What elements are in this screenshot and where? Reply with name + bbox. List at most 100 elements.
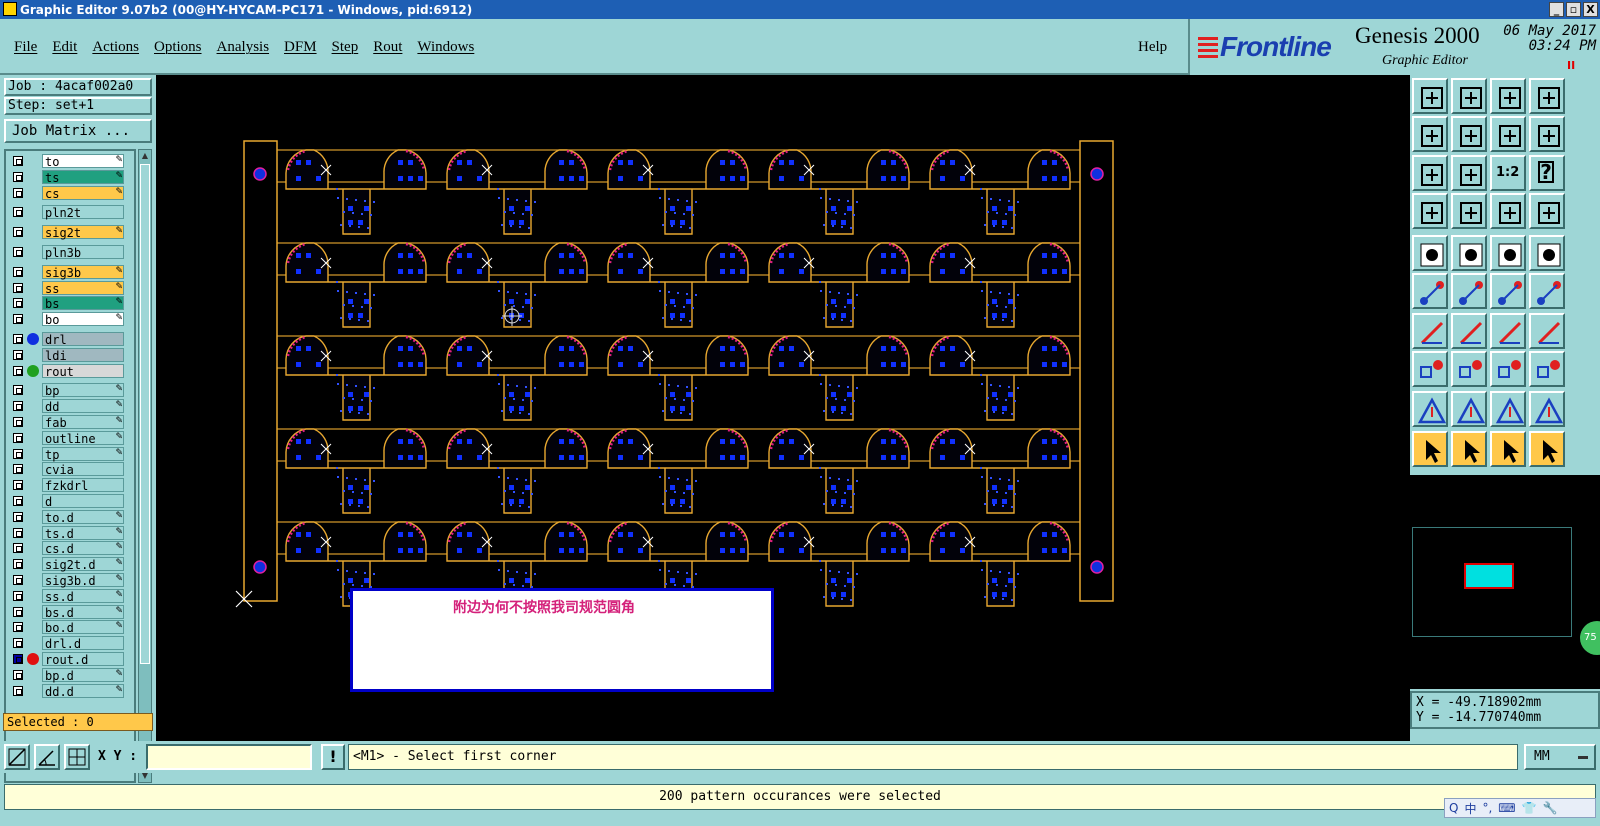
layer-row-cvia[interactable]: cvia (8, 462, 134, 477)
tool-button-triangle-mid[interactable] (1451, 391, 1487, 427)
layer-checkbox[interactable] (13, 527, 23, 538)
ime-q[interactable]: Q (1449, 801, 1458, 815)
layer-name[interactable]: ss (42, 280, 124, 296)
tool-button-home[interactable] (1490, 78, 1526, 114)
tool-button-select-pointer[interactable] (1451, 431, 1487, 467)
tool-button-dimension[interactable] (1490, 351, 1526, 387)
menu-edit[interactable]: Edit (52, 39, 77, 56)
layer-name[interactable]: bp (42, 383, 124, 398)
layer-row-sig3b[interactable]: sig3b ✎ (8, 264, 134, 280)
layer-row-bs[interactable]: bs ✎ (8, 296, 134, 311)
layer-scrollbar[interactable]: ▲ ▼ (138, 149, 152, 783)
layer-name[interactable]: bs (42, 296, 124, 311)
layer-name[interactable]: sig3b (42, 264, 124, 280)
graphic-canvas[interactable]: 附边为何不按照我司规范圆角 (156, 75, 1410, 741)
layer-name[interactable]: cvia (42, 462, 124, 477)
layer-name[interactable]: sig2t (42, 225, 124, 240)
tool-button-cross[interactable] (1451, 273, 1487, 309)
layer-checkbox[interactable] (13, 559, 23, 570)
layer-checkbox[interactable] (13, 247, 23, 257)
layer-row-bo-d[interactable]: bo.d ✎ (8, 620, 134, 635)
tool-button-grid[interactable] (1451, 193, 1487, 229)
layer-checkbox[interactable] (13, 349, 23, 360)
layer-name[interactable]: fzkdrl (42, 478, 124, 493)
ime-tools-icon[interactable]: 🔧 (1543, 801, 1558, 815)
snap-grid-toggle[interactable] (64, 744, 90, 770)
layer-row-drl-d[interactable]: drl.d (8, 636, 134, 651)
layer-row-pln3b[interactable]: pln3b (8, 245, 134, 260)
menu-options[interactable]: Options (154, 39, 202, 56)
tool-button-snapshot[interactable] (1412, 235, 1448, 271)
layer-name[interactable]: pln3b (42, 245, 124, 260)
layer-checkbox[interactable] (13, 156, 23, 166)
scroll-up-icon[interactable]: ▲ (140, 151, 150, 161)
layer-name[interactable]: ts (42, 169, 124, 185)
xy-input[interactable] (146, 744, 312, 770)
ime-toolbar[interactable]: Q 中 °, ⌨ 👕 🔧 (1444, 798, 1596, 818)
layer-checkbox[interactable] (13, 171, 23, 182)
layer-row-sig2t[interactable]: sig2t ✎ (8, 225, 134, 240)
tool-button-triangle-down[interactable] (1529, 391, 1565, 427)
tool-button-net-pointer[interactable] (1529, 431, 1565, 467)
layer-name[interactable]: pln2t (42, 205, 124, 220)
layer-checkbox[interactable] (13, 432, 23, 443)
layer-checkbox[interactable] (13, 606, 23, 617)
layer-row-fzkdrl[interactable]: fzkdrl (8, 478, 134, 493)
unit-selector[interactable]: MM (1524, 744, 1596, 770)
layer-checkbox[interactable] (13, 227, 23, 238)
menu-file[interactable]: File (14, 39, 37, 56)
layer-checkbox[interactable] (13, 464, 23, 475)
layer-checkbox[interactable] (13, 638, 23, 649)
tool-button-pan[interactable] (1529, 78, 1565, 114)
layer-checkbox[interactable] (13, 187, 23, 198)
layer-checkbox[interactable] (13, 511, 23, 522)
layer-name[interactable]: rout.d (42, 652, 124, 667)
tool-button-zoom-home[interactable] (1412, 78, 1448, 114)
layer-row-drl[interactable]: drl (8, 332, 134, 347)
menu-step[interactable]: Step (332, 39, 359, 56)
layer-row-dd-d[interactable]: dd.d ✎ (8, 683, 134, 699)
layer-checkbox[interactable] (13, 669, 23, 680)
tool-button-select-area[interactable] (1451, 235, 1487, 271)
layer-name[interactable]: outline (42, 430, 124, 446)
layer-row-fab[interactable]: fab ✎ (8, 415, 134, 430)
layer-checkbox[interactable] (13, 654, 23, 664)
tool-button-feature-pointer[interactable] (1490, 431, 1526, 467)
layer-row-rout-d[interactable]: rout.d (8, 652, 134, 667)
layer-row-outline[interactable]: outline ✎ (8, 430, 134, 446)
layer-row-tp[interactable]: tp ✎ (8, 446, 134, 462)
tool-button-line-blue[interactable] (1451, 313, 1487, 349)
ime-skin-icon[interactable]: 👕 (1522, 801, 1537, 815)
layer-row-cs[interactable]: cs ✎ (8, 185, 134, 201)
layer-name[interactable]: bo (42, 312, 124, 327)
layer-name[interactable]: rout (42, 363, 124, 379)
snap-angle-button[interactable] (34, 744, 60, 770)
layer-row-cs-d[interactable]: cs.d ✎ (8, 541, 134, 556)
layer-checkbox[interactable] (13, 417, 23, 427)
menu-help[interactable]: Help (1138, 39, 1167, 56)
layer-checkbox[interactable] (13, 282, 23, 293)
ime-keyboard-icon[interactable]: ⌨ (1498, 801, 1515, 815)
layer-checkbox[interactable] (13, 575, 23, 585)
tool-button-ruler[interactable] (1490, 235, 1526, 271)
layer-checkbox[interactable] (13, 365, 23, 376)
layer-row-rout[interactable]: rout (8, 363, 134, 379)
scroll-thumb[interactable] (140, 164, 150, 664)
layer-name[interactable]: dd (42, 399, 124, 414)
layer-name[interactable]: fab (42, 415, 124, 430)
layer-row-to-d[interactable]: to.d ✎ (8, 509, 134, 525)
tool-button-pick[interactable] (1529, 273, 1565, 309)
layer-display-color-icon[interactable] (27, 333, 39, 345)
layer-name[interactable]: bo.d (42, 620, 124, 635)
menu-analysis[interactable]: Analysis (217, 39, 270, 56)
pause-indicator[interactable]: II (1567, 59, 1575, 72)
layer-name[interactable]: sig2t.d (42, 557, 124, 572)
layer-checkbox[interactable] (13, 401, 23, 412)
menu-windows[interactable]: Windows (417, 39, 474, 56)
tool-button-measure[interactable] (1412, 193, 1448, 229)
menu-actions[interactable]: Actions (92, 39, 139, 56)
layer-row-ss[interactable]: ss ✎ (8, 280, 134, 296)
layer-name[interactable]: ts.d (42, 525, 124, 541)
tool-button-rotate[interactable] (1490, 313, 1526, 349)
tool-button-add-pad[interactable] (1412, 351, 1448, 387)
